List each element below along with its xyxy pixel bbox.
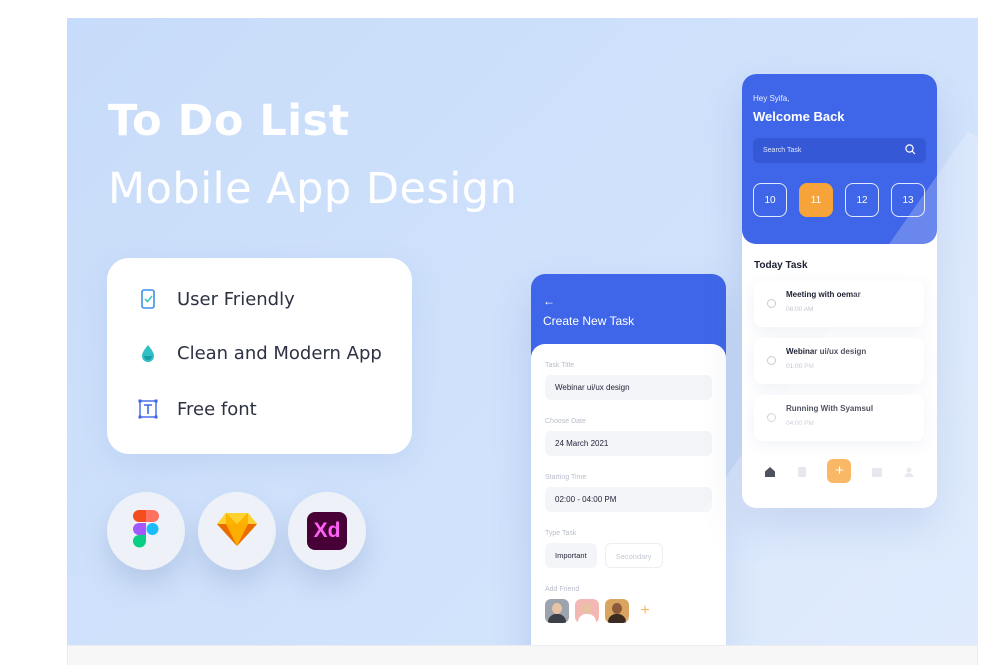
today-task-heading: Today Task xyxy=(754,260,808,271)
task-time: 04:00 PM xyxy=(786,420,814,427)
date-label: Choose Date xyxy=(545,418,586,425)
date-picker: 10 11 12 13 xyxy=(753,183,926,217)
date-item[interactable]: 13 xyxy=(891,183,925,217)
type-label: Type Task xyxy=(545,530,577,537)
drop-icon xyxy=(137,342,159,364)
home-icon[interactable] xyxy=(764,465,776,477)
time-label: Starting Time xyxy=(545,474,587,481)
document-icon[interactable] xyxy=(796,465,808,477)
create-task-form: Task Title Webinar ui/ux design Choose D… xyxy=(531,344,726,645)
feature-label: Clean and Modern App xyxy=(177,342,382,364)
feature-clean-modern: Clean and Modern App xyxy=(137,342,382,364)
figma-logo-icon xyxy=(133,509,159,553)
showcase-banner: To Do List Mobile App Design User Friend… xyxy=(67,18,978,645)
date-item-active[interactable]: 11 xyxy=(799,183,833,217)
task-card[interactable]: Running With Syamsul 04:00 PM xyxy=(754,395,924,441)
xd-badge: Xd xyxy=(288,492,366,570)
type-secondary-chip[interactable]: Secondary xyxy=(604,543,663,568)
add-friend-label: Add Friend xyxy=(545,586,580,593)
avatar[interactable] xyxy=(545,599,569,623)
task-time: 01:00 PM xyxy=(786,363,814,370)
task-card[interactable]: Meeting with oemar 08:00 AM xyxy=(754,281,924,327)
friends-row: + xyxy=(545,599,712,623)
add-friend-button[interactable]: + xyxy=(635,601,655,621)
task-card[interactable]: Webinar ui/ux design 01:00 PM xyxy=(754,338,924,384)
add-task-button[interactable]: + xyxy=(827,459,852,483)
type-important-chip[interactable]: Important xyxy=(545,543,597,568)
hero-title-line1: To Do List xyxy=(108,96,350,146)
task-title-label: Task Title xyxy=(545,362,575,369)
profile-icon[interactable] xyxy=(903,465,915,477)
task-checkbox[interactable] xyxy=(767,299,776,308)
task-title: Meeting with oemar xyxy=(786,290,861,299)
sketch-badge xyxy=(198,492,276,570)
footer-strip xyxy=(67,645,978,665)
calendar-icon[interactable] xyxy=(871,465,883,477)
date-item[interactable]: 12 xyxy=(845,183,879,217)
xd-logo-label: Xd xyxy=(313,519,341,542)
create-task-screen: ← Create New Task Task Title Webinar ui/… xyxy=(531,274,726,645)
time-field[interactable]: 02:00 - 04:00 PM xyxy=(545,487,712,512)
sketch-logo-icon xyxy=(217,511,257,552)
greeting: Hey Syifa, xyxy=(753,94,790,103)
feature-label: User Friendly xyxy=(177,288,295,310)
xd-logo-icon: Xd xyxy=(307,512,347,550)
text-tool-icon xyxy=(137,398,159,420)
date-item[interactable]: 10 xyxy=(753,183,787,217)
mobile-check-icon xyxy=(137,288,159,310)
feature-user-friendly: User Friendly xyxy=(137,288,295,310)
task-title: Webinar ui/ux design xyxy=(786,347,867,356)
welcome-title: Welcome Back xyxy=(753,109,845,124)
task-checkbox[interactable] xyxy=(767,356,776,365)
home-screen: Hey Syifa, Welcome Back Search Task 10 1… xyxy=(742,74,937,508)
figma-badge xyxy=(107,492,185,570)
hero-title-line2: Mobile App Design xyxy=(108,164,518,214)
task-time: 08:00 AM xyxy=(786,306,814,313)
task-title: Running With Syamsul xyxy=(786,404,874,413)
feature-label: Free font xyxy=(177,398,257,420)
avatar[interactable] xyxy=(605,599,629,623)
task-title-field[interactable]: Webinar ui/ux design xyxy=(545,375,712,400)
task-checkbox[interactable] xyxy=(767,413,776,422)
feature-free-font: Free font xyxy=(137,398,257,420)
search-input[interactable]: Search Task xyxy=(753,138,926,163)
features-card: User Friendly Clean and Modern App Free … xyxy=(107,258,412,454)
bottom-nav: + xyxy=(742,454,937,488)
type-task-options: Important Secondary xyxy=(545,543,712,568)
search-placeholder: Search Task xyxy=(763,147,802,154)
avatar[interactable] xyxy=(575,599,599,623)
back-arrow-icon[interactable]: ← xyxy=(543,294,714,308)
date-field[interactable]: 24 March 2021 xyxy=(545,431,712,456)
create-task-title: Create New Task xyxy=(543,314,635,328)
home-header: Hey Syifa, Welcome Back Search Task 10 1… xyxy=(742,74,937,244)
search-icon[interactable] xyxy=(905,142,916,160)
